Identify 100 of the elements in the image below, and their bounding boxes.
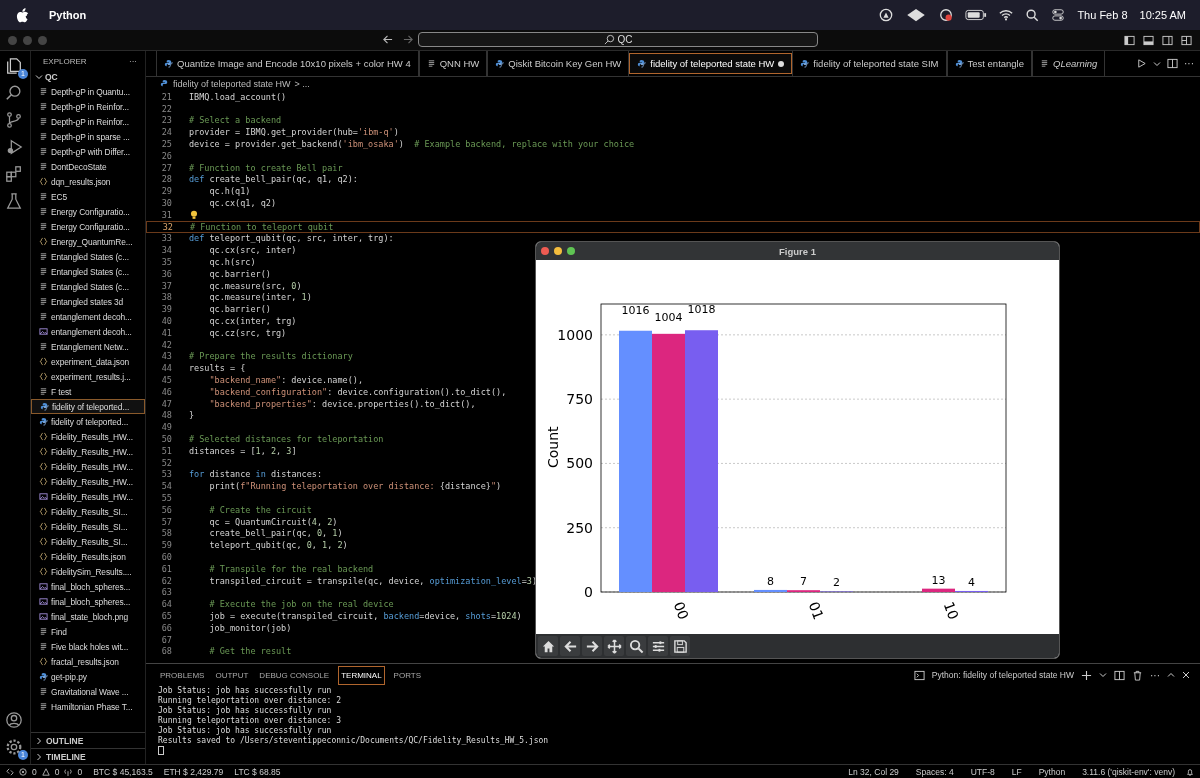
extensions-icon[interactable] xyxy=(5,165,23,183)
trash-icon[interactable] xyxy=(1132,669,1143,681)
more-actions-button[interactable]: ··· xyxy=(1150,669,1160,681)
status-circle-icon[interactable] xyxy=(879,8,894,22)
panel-tab[interactable]: TERMINAL xyxy=(338,665,385,685)
more-actions-button[interactable]: ··· xyxy=(1184,58,1194,69)
file-item[interactable]: Hamiltonian Phase T... xyxy=(31,699,145,714)
file-item[interactable]: fidelity of teleported... xyxy=(31,399,145,414)
editor-tab[interactable]: Test entangle xyxy=(946,51,1032,76)
search-icon[interactable] xyxy=(1025,8,1040,22)
split-editor-icon[interactable] xyxy=(1167,58,1178,69)
file-item[interactable]: Entangled States (c... xyxy=(31,279,145,294)
battery-icon[interactable] xyxy=(965,8,988,22)
chevron-up-icon[interactable] xyxy=(1167,671,1175,679)
figure-window[interactable]: Figure 1 1016 8 1004 7 13 1018 2 4 0 250 500 750 1000 00 01 10 Count xyxy=(535,241,1060,659)
home-button[interactable] xyxy=(538,636,558,656)
panel-tab[interactable]: PROBLEMS xyxy=(158,666,207,684)
minimize-icon[interactable] xyxy=(554,247,562,255)
command-search-field[interactable]: QC xyxy=(418,32,818,47)
file-item[interactable]: DontDecoState xyxy=(31,159,145,174)
source-control-icon[interactable] xyxy=(5,111,23,129)
split-layout-icon[interactable] xyxy=(1162,34,1173,46)
panel-tab[interactable]: PORTS xyxy=(391,666,424,684)
file-item[interactable]: Depth-ϱP in Quantu... xyxy=(31,84,145,99)
folder-header[interactable]: QC xyxy=(31,71,145,82)
warning-count[interactable]: 0 xyxy=(54,766,60,777)
section-header[interactable]: OUTLINE xyxy=(31,732,145,748)
file-item[interactable]: Fidelity_Results_SI... xyxy=(31,534,145,549)
close-icon[interactable] xyxy=(1182,671,1190,679)
file-item[interactable]: experiment_results.j... xyxy=(31,369,145,384)
split-terminal-icon[interactable] xyxy=(1114,669,1125,681)
status-item[interactable]: BTC $ 45,163.5 xyxy=(93,766,153,777)
search-icon[interactable] xyxy=(5,84,23,102)
menubar-time[interactable]: 10:25 AM xyxy=(1139,9,1186,21)
breadcrumb-item[interactable]: > ... xyxy=(294,78,310,89)
status-item[interactable]: Python xyxy=(1038,766,1066,777)
sidebar-layout-icon[interactable] xyxy=(1124,34,1135,46)
files-icon[interactable] xyxy=(5,57,23,75)
file-item[interactable]: Gravitational Wave ... xyxy=(31,684,145,699)
file-item[interactable]: get-pip.py xyxy=(31,669,145,684)
file-item[interactable]: Entangled States (c... xyxy=(31,264,145,279)
file-item[interactable]: Fidelity_Results_SI... xyxy=(31,519,145,534)
panel-tab[interactable]: DEBUG CONSOLE xyxy=(257,666,332,684)
apple-logo-icon[interactable] xyxy=(16,7,29,23)
panel-tab[interactable]: OUTPUT xyxy=(213,666,251,684)
plus-icon[interactable] xyxy=(1081,669,1092,681)
file-item[interactable]: Energy_QuantumRe... xyxy=(31,234,145,249)
save-button[interactable] xyxy=(670,636,690,656)
file-item[interactable]: Energy Configuratio... xyxy=(31,204,145,219)
status-item[interactable]: 3.11.6 ('qiskit-env': venv) xyxy=(1082,766,1175,777)
error-count[interactable]: 0 xyxy=(32,766,37,777)
file-item[interactable]: Depth-ϱP with Differ... xyxy=(31,144,145,159)
file-item[interactable]: Fidelity_Results_HW... xyxy=(31,474,145,489)
file-item[interactable]: F test xyxy=(31,384,145,399)
error-icon[interactable] xyxy=(19,767,27,776)
zoom-icon[interactable] xyxy=(567,247,575,255)
file-item[interactable]: Entanglement Netw... xyxy=(31,339,145,354)
file-item[interactable]: Fidelity_Results_SI... xyxy=(31,504,145,519)
file-item[interactable]: final_state_bloch.png xyxy=(31,609,145,624)
back-button[interactable] xyxy=(560,636,580,656)
configure-button[interactable] xyxy=(648,636,668,656)
status-item[interactable]: LF xyxy=(1011,766,1022,777)
file-item[interactable]: Depth-ϱP in Reinfor... xyxy=(31,99,145,114)
menubar-date[interactable]: Thu Feb 8 xyxy=(1077,9,1128,21)
file-item[interactable]: Five black holes wit... xyxy=(31,639,145,654)
panel-layout-icon[interactable] xyxy=(1143,34,1154,46)
file-item[interactable]: Fidelity_Results_HW... xyxy=(31,459,145,474)
file-item[interactable]: entanglement decoh... xyxy=(31,309,145,324)
app-name[interactable]: Python xyxy=(49,9,87,21)
chevron-down-icon[interactable] xyxy=(1099,671,1107,679)
more-actions-button[interactable]: ··· xyxy=(129,56,137,66)
account-icon[interactable] xyxy=(5,711,23,729)
editor-tab[interactable]: fidelity of teleported state SIM xyxy=(792,51,947,76)
file-item[interactable]: fidelity of teleported... xyxy=(31,414,145,429)
record-icon[interactable] xyxy=(939,8,954,22)
terminal-name[interactable]: Python: fidelity of teleported state HW xyxy=(931,670,1074,680)
bell-icon[interactable] xyxy=(1186,767,1194,776)
file-item[interactable]: final_bloch_spheres... xyxy=(31,579,145,594)
file-item[interactable]: fractal_results.json xyxy=(31,654,145,669)
file-item[interactable]: Entangled states 3d xyxy=(31,294,145,309)
file-item[interactable]: Fidelity_Results.json xyxy=(31,549,145,564)
pan-button[interactable] xyxy=(604,636,624,656)
warning-icon[interactable] xyxy=(41,767,50,776)
status-item[interactable]: Ln 32, Col 29 xyxy=(848,766,899,777)
file-item[interactable]: entanglement decoh... xyxy=(31,324,145,339)
back-arrow-icon[interactable] xyxy=(382,34,393,45)
run-icon[interactable] xyxy=(1136,58,1147,69)
file-item[interactable]: Depth-ϱP in Reinfor... xyxy=(31,114,145,129)
file-item[interactable]: dqn_results.json xyxy=(31,174,145,189)
forward-arrow-icon[interactable] xyxy=(403,34,414,45)
run-debug-icon[interactable] xyxy=(5,138,23,156)
custom-layout-icon[interactable] xyxy=(1181,34,1192,46)
zoom-button[interactable] xyxy=(626,636,646,656)
forward-button[interactable] xyxy=(582,636,602,656)
file-item[interactable]: EC5 xyxy=(31,189,145,204)
file-item[interactable]: Fidelity_Results_HW... xyxy=(31,444,145,459)
status-item[interactable]: LTC $ 68.85 xyxy=(234,766,281,777)
editor-tab[interactable]: QNN HW xyxy=(418,51,488,76)
file-item[interactable]: Fidelity_Results_HW... xyxy=(31,429,145,444)
chevron-down-icon[interactable] xyxy=(1153,59,1161,68)
